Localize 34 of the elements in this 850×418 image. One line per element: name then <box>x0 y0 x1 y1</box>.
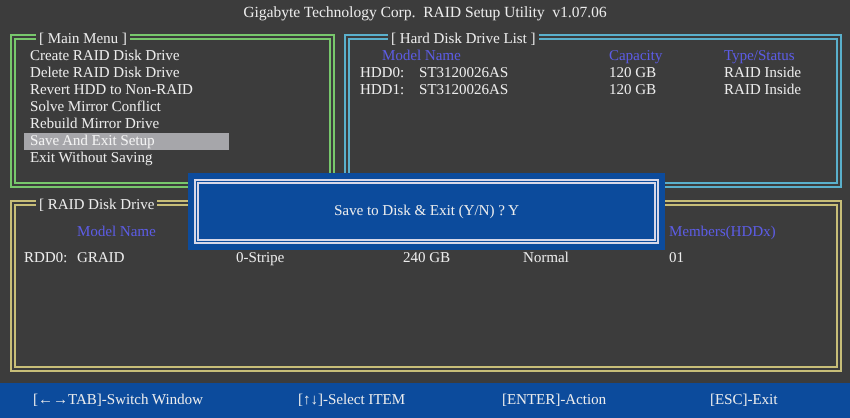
key-hint: [ESC]-Exit <box>710 392 778 409</box>
table-cell-text: 120 GB <box>609 82 658 99</box>
key-hint: [←→TAB]-Switch Window <box>33 392 204 409</box>
dialog-message: Save to Disk & Exit (Y/N) ? Y <box>334 203 519 220</box>
key-hint: [↑↓]-Select ITEM <box>298 392 406 409</box>
column-header: Model Name <box>77 224 157 241</box>
table-cell-text: HDD1: <box>360 82 406 99</box>
column-header: Model Name <box>381 48 462 65</box>
table-cell-text: ST3120026AS <box>419 65 510 82</box>
table-cell-text: GRAID <box>77 250 126 267</box>
table-cell-text: 120 GB <box>609 65 658 82</box>
menu-item[interactable]: Revert HDD to Non-RAID <box>24 82 229 99</box>
table-cell-text: Normal <box>523 250 570 267</box>
menu-item[interactable]: Exit Without Saving <box>24 150 229 167</box>
table-cell-text: ST3120026AS <box>419 82 510 99</box>
panel-title: [ RAID Disk Drive <box>36 197 158 214</box>
table-cell-text: 01 <box>669 250 685 267</box>
panel-title: [ Main Menu ] <box>36 31 130 48</box>
column-header: Members(HDDx) <box>669 224 777 241</box>
menu-item[interactable]: Rebuild Mirror Drive <box>24 116 229 133</box>
table-cell-text: HDD0: <box>360 65 406 82</box>
table-cell-text: RAID Inside <box>724 65 802 82</box>
table-cell-text: RDD0: <box>24 250 68 267</box>
window-title: Gigabyte Technology Corp. RAID Setup Utility v1.07.06 <box>242 3 608 23</box>
table-cell-text: RAID Inside <box>724 82 802 99</box>
panel-title: [ Hard Disk Drive List ] <box>388 31 539 48</box>
table-cell-text: 240 GB <box>403 250 452 267</box>
key-hint: [ENTER]-Action <box>502 392 608 409</box>
table-cell-text: 0-Stripe <box>236 250 286 267</box>
column-header: Type/Status <box>724 48 796 65</box>
menu-item[interactable]: Create RAID Disk Drive <box>24 48 229 65</box>
menu-item[interactable]: Delete RAID Disk Drive <box>24 65 229 82</box>
column-header: Capacity <box>609 48 664 65</box>
menu-item[interactable]: Solve Mirror Conflict <box>24 99 229 116</box>
